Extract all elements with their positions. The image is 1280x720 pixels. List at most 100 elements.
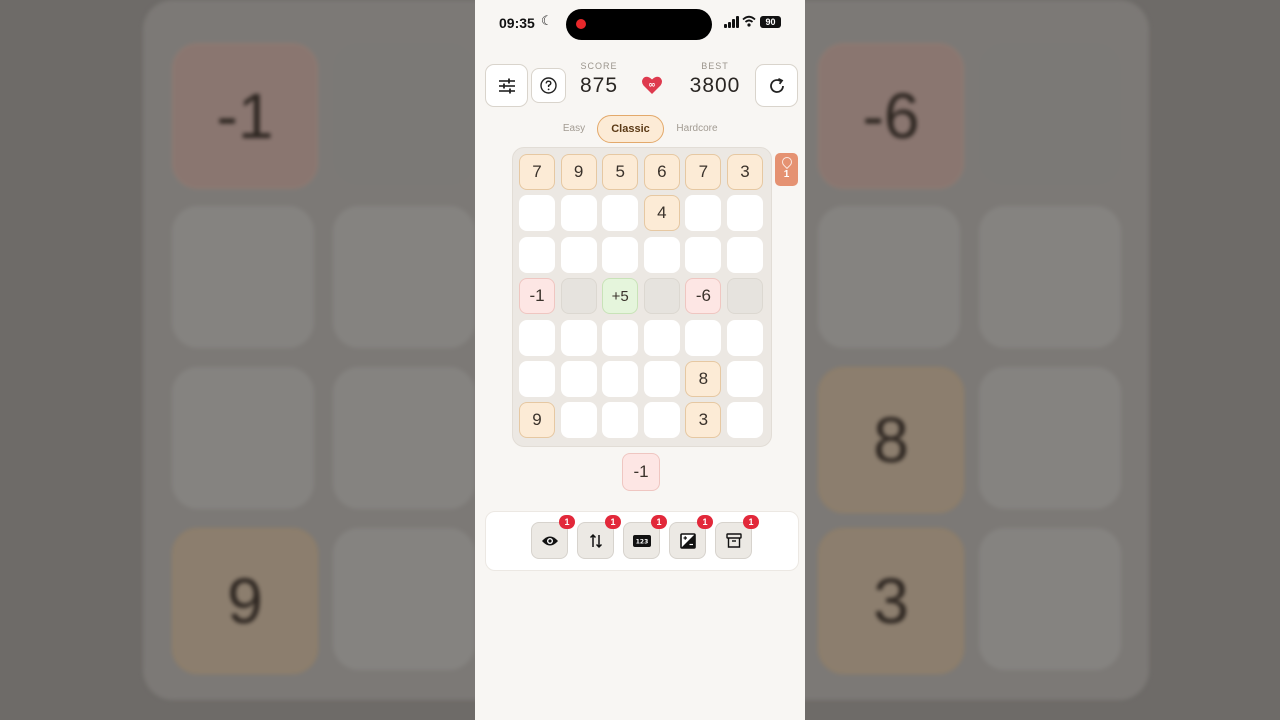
background-tile: -6 xyxy=(818,43,964,189)
eye-icon xyxy=(541,536,558,545)
board-cell-empty[interactable] xyxy=(560,319,597,356)
board-cell-number[interactable]: 4 xyxy=(643,195,680,232)
board-cell-empty[interactable] xyxy=(643,236,680,273)
swap-powerup-button[interactable]: 1 xyxy=(577,515,621,559)
powerup-badge: 1 xyxy=(697,515,713,529)
board-cell-number[interactable]: 8 xyxy=(685,361,722,397)
board-cell-empty[interactable] xyxy=(602,402,639,439)
best-value: 3800 xyxy=(689,74,741,97)
background-tile xyxy=(979,206,1121,348)
powerup-badge: 1 xyxy=(559,515,575,529)
board-cell-empty[interactable] xyxy=(602,236,639,273)
board-cell-bonus[interactable]: +5 xyxy=(602,278,639,315)
background-tile xyxy=(172,206,314,348)
board-cell-empty[interactable] xyxy=(643,319,680,356)
board-cell-empty[interactable] xyxy=(519,319,555,356)
background-tile xyxy=(818,206,960,348)
board-cell-number[interactable]: 9 xyxy=(560,154,597,190)
board-cell-number[interactable]: 7 xyxy=(519,154,555,190)
archive-powerup-button[interactable]: 1 xyxy=(715,515,759,559)
best-display: BEST 3800 xyxy=(683,61,747,98)
drop-icon xyxy=(779,154,794,170)
difficulty-easy[interactable]: Easy xyxy=(555,115,593,141)
score-display: SCORE 875 xyxy=(575,61,623,98)
background-tile: 8 xyxy=(818,367,964,513)
board-cell-empty[interactable] xyxy=(727,361,763,397)
board-cell-empty[interactable] xyxy=(560,361,597,397)
board-cell-empty[interactable] xyxy=(727,402,763,439)
side-counter-value: 1 xyxy=(783,169,790,180)
lives-heart-icon: ∞ xyxy=(641,74,663,96)
background-tile xyxy=(333,528,475,670)
powerup-badge: 1 xyxy=(605,515,621,529)
lives-value: ∞ xyxy=(648,81,656,91)
board-cell-empty[interactable] xyxy=(519,236,555,273)
board-cell-number[interactable]: 3 xyxy=(685,402,722,439)
board-cell-blocked[interactable] xyxy=(727,278,763,315)
phone-screen: 09:35 ☾ 90 SCORE 875 ∞ BEST 3800 Easy Cl… xyxy=(475,0,805,720)
powerup-toolbar: 1 1 123 1 1 1 xyxy=(485,511,799,571)
moon-icon: ☾ xyxy=(541,13,553,28)
wifi-icon xyxy=(742,15,756,27)
question-circle-icon xyxy=(540,77,557,94)
board-cell-empty[interactable] xyxy=(643,361,680,397)
recording-indicator-icon xyxy=(576,19,586,29)
powerup-badge: 1 xyxy=(651,515,667,529)
refresh-icon xyxy=(769,77,784,93)
status-bar: 09:35 ☾ 90 xyxy=(475,0,805,50)
board-cell-empty[interactable] xyxy=(685,319,722,356)
board-cell-number[interactable]: 3 xyxy=(727,154,763,190)
board-cell-empty[interactable] xyxy=(685,236,722,273)
restart-button[interactable] xyxy=(755,64,798,107)
settings-button[interactable] xyxy=(485,64,528,107)
sliders-icon xyxy=(498,78,515,93)
score-value: 875 xyxy=(579,74,619,97)
board-cell-empty[interactable] xyxy=(643,402,680,439)
next-tile[interactable]: -1 xyxy=(622,453,660,491)
board-cell-empty[interactable] xyxy=(602,319,639,356)
cellular-signal-icon xyxy=(724,16,740,28)
background-tile xyxy=(333,206,475,348)
board-cell-blocked[interactable] xyxy=(643,278,680,315)
board-cell-empty[interactable] xyxy=(602,361,639,397)
board-cell-empty[interactable] xyxy=(560,236,597,273)
board-cell-empty[interactable] xyxy=(519,361,555,397)
board-cell-number[interactable]: 6 xyxy=(643,154,680,190)
board-cell-negative[interactable]: -1 xyxy=(519,278,555,315)
background-tile xyxy=(979,367,1121,509)
difficulty-hardcore[interactable]: Hardcore xyxy=(671,115,723,141)
battery-icon: 90 xyxy=(760,16,781,28)
side-counter-tag: 1 xyxy=(775,153,798,186)
board-cell-number[interactable]: 9 xyxy=(519,402,555,439)
numbers-powerup-button[interactable]: 123 1 xyxy=(623,515,667,559)
background-tile: -1 xyxy=(172,43,318,189)
archive-icon xyxy=(725,533,742,548)
background-tile xyxy=(979,528,1121,670)
board-cell-number[interactable]: 7 xyxy=(685,154,722,190)
difficulty-classic[interactable]: Classic xyxy=(597,115,664,143)
background-tile: 3 xyxy=(818,528,964,674)
reveal-powerup-button[interactable]: 1 xyxy=(531,515,575,559)
best-label: BEST xyxy=(701,61,729,71)
background-tile: 9 xyxy=(172,528,318,674)
dynamic-island xyxy=(566,9,712,40)
board-cell-empty[interactable] xyxy=(560,195,597,232)
numbers-icon: 123 xyxy=(632,534,651,547)
board-cell-negative[interactable]: -6 xyxy=(685,278,722,315)
board-cell-empty[interactable] xyxy=(727,319,763,356)
board-cell-empty[interactable] xyxy=(685,195,722,232)
board-cell-empty[interactable] xyxy=(560,402,597,439)
powerup-badge: 1 xyxy=(743,515,759,529)
help-button[interactable] xyxy=(531,68,566,103)
board-cell-empty[interactable] xyxy=(727,195,763,232)
background-tile xyxy=(333,43,475,185)
board-cell-number[interactable]: 5 xyxy=(602,154,639,190)
game-board: 7 9 5 6 7 3 4 -1 +5 -6 8 9 3 xyxy=(512,147,772,447)
contrast-powerup-button[interactable]: 1 xyxy=(669,515,713,559)
board-cell-empty[interactable] xyxy=(727,236,763,273)
board-cell-empty[interactable] xyxy=(519,195,555,232)
contrast-icon xyxy=(679,532,696,549)
score-label: SCORE xyxy=(580,61,618,71)
board-cell-empty[interactable] xyxy=(602,195,639,232)
board-cell-blocked[interactable] xyxy=(560,278,597,315)
